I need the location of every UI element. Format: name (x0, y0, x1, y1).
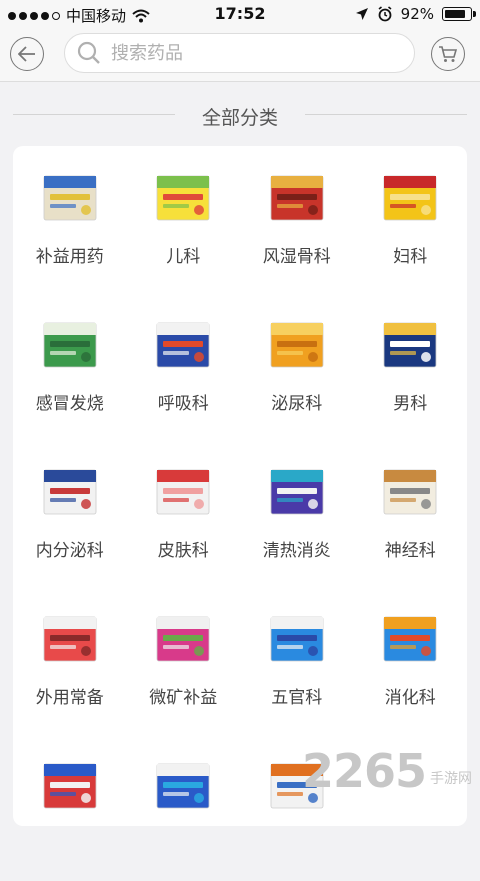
section-header: 全部分类 (0, 100, 480, 130)
category-item[interactable]: 清热消炎 (240, 440, 354, 587)
category-label: 外用常备 (13, 683, 127, 708)
location-arrow-icon (355, 7, 369, 21)
category-item[interactable]: 消化科 (354, 587, 468, 734)
product-box-image (147, 758, 219, 814)
product-box-image (261, 317, 333, 373)
cart-button[interactable] (431, 37, 465, 71)
category-item[interactable]: 皮肤科 (127, 440, 241, 587)
divider-right (305, 114, 467, 115)
product-box-image (34, 758, 106, 814)
category-item[interactable]: 风湿骨科 (240, 146, 354, 293)
category-card: 补益用药儿科风湿骨科妇科感冒发烧呼吸科泌尿科男科内分泌科皮肤科清热消炎神经科外用… (13, 146, 467, 826)
category-label: 内分泌科 (13, 536, 127, 561)
category-item[interactable]: 儿科 (127, 146, 241, 293)
category-item[interactable]: 神经科 (354, 440, 468, 587)
battery-percent: 92% (401, 5, 434, 23)
watermark: 2265 手游网 (302, 748, 472, 794)
product-box-image (374, 170, 446, 226)
category-label: 微矿补益 (127, 683, 241, 708)
product-box-image (34, 170, 106, 226)
category-item[interactable]: 呼吸科 (127, 293, 241, 440)
category-label: 男科 (354, 389, 468, 414)
category-item[interactable] (127, 734, 241, 881)
category-item[interactable]: 微矿补益 (127, 587, 241, 734)
search-icon (77, 41, 101, 65)
category-label: 清热消炎 (240, 536, 354, 561)
category-label: 五官科 (240, 683, 354, 708)
battery-icon (442, 7, 472, 21)
category-item[interactable]: 泌尿科 (240, 293, 354, 440)
product-box-image (261, 464, 333, 520)
category-item[interactable]: 男科 (354, 293, 468, 440)
watermark-number: 2265 (302, 748, 426, 794)
top-navigation-bar (0, 28, 480, 82)
product-box-image (374, 611, 446, 667)
category-label: 呼吸科 (127, 389, 241, 414)
product-box-image (374, 317, 446, 373)
product-box-image (34, 611, 106, 667)
product-box-image (34, 317, 106, 373)
product-box-image (261, 170, 333, 226)
category-label: 神经科 (354, 536, 468, 561)
back-button[interactable] (10, 37, 44, 71)
category-item[interactable]: 补益用药 (13, 146, 127, 293)
watermark-sub: 手游网 (430, 768, 472, 788)
product-box-image (147, 317, 219, 373)
category-item[interactable]: 妇科 (354, 146, 468, 293)
alarm-clock-icon (377, 6, 393, 22)
status-right: 92% (355, 5, 472, 23)
category-label: 儿科 (127, 242, 241, 267)
category-label: 感冒发烧 (13, 389, 127, 414)
search-input[interactable] (111, 43, 371, 64)
product-box-image (147, 170, 219, 226)
category-item[interactable] (13, 734, 127, 881)
category-label: 补益用药 (13, 242, 127, 267)
back-arrow-icon (18, 46, 36, 62)
search-box[interactable] (64, 33, 415, 73)
product-box-image (374, 464, 446, 520)
product-box-image (147, 464, 219, 520)
product-box-image (261, 611, 333, 667)
category-label: 皮肤科 (127, 536, 241, 561)
category-label: 风湿骨科 (240, 242, 354, 267)
category-label: 消化科 (354, 683, 468, 708)
category-item[interactable]: 感冒发烧 (13, 293, 127, 440)
product-box-image (147, 611, 219, 667)
status-bar: 中国移动 17:52 92% (0, 0, 480, 28)
category-label: 泌尿科 (240, 389, 354, 414)
section-title: 全部分类 (0, 103, 480, 130)
category-item[interactable]: 五官科 (240, 587, 354, 734)
category-label: 妇科 (354, 242, 468, 267)
category-item[interactable]: 内分泌科 (13, 440, 127, 587)
product-box-image (34, 464, 106, 520)
category-item[interactable]: 外用常备 (13, 587, 127, 734)
shopping-cart-icon (438, 45, 458, 63)
